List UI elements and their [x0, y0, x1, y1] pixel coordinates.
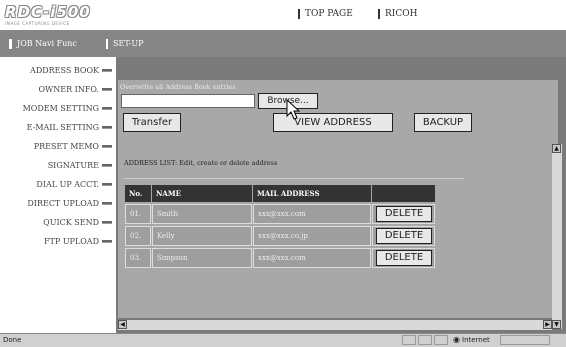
status-cell	[434, 335, 448, 345]
top-link-top-page[interactable]: TOP PAGE	[298, 9, 353, 19]
cell-action: DELETE	[372, 226, 435, 246]
dash-icon	[102, 145, 112, 148]
logo-text: RDC-i500	[5, 3, 91, 21]
cell-name: Kelly	[152, 226, 252, 246]
sidebar-item-label: QUICK SEND	[43, 218, 99, 227]
sidebar-item-label: OWNER INFO.	[38, 85, 99, 94]
rdc-logo: RDC-i500 IMAGE CAPTURING DEVICE	[5, 3, 91, 26]
sidebar-item-email-setting[interactable]: E-MAIL SETTING	[27, 123, 112, 132]
file-path-input[interactable]	[121, 94, 255, 108]
cell-name: Simpson	[152, 248, 252, 268]
scroll-left-icon[interactable]: ◀	[118, 320, 127, 329]
cell-mail: xxx@xxx.com	[253, 248, 371, 268]
sidebar-item-label: ADDRESS BOOK	[30, 66, 99, 75]
dash-icon	[102, 240, 112, 243]
column-header-mail: MAIL ADDRESS	[253, 185, 371, 202]
sidebar-item-owner-info[interactable]: OWNER INFO.	[38, 85, 112, 94]
dash-icon	[102, 126, 112, 129]
cell-no: 03.	[125, 248, 151, 268]
column-header-action	[372, 185, 435, 202]
status-bar: Done ◉ Internet	[0, 333, 566, 347]
top-bar: RDC-i500 IMAGE CAPTURING DEVICE TOP PAGE…	[0, 0, 566, 30]
dash-icon	[102, 69, 112, 72]
dash-icon	[102, 107, 112, 110]
nav-item-job-navi[interactable]: JOB Navi Func	[9, 39, 77, 49]
status-text: Done	[3, 336, 22, 344]
sidebar-item-address-book[interactable]: ADDRESS BOOK	[30, 66, 112, 75]
overwrite-label: Overwrite all Address Book entries	[120, 83, 236, 91]
sidebar-item-label: PRESET MEMO	[33, 142, 99, 151]
column-header-name: NAME	[152, 185, 252, 202]
sidebar-item-ftp-upload[interactable]: FTP UPLOAD	[44, 237, 112, 246]
cell-action: DELETE	[372, 204, 435, 224]
sidebar-item-modem-setting[interactable]: MODEM SETTING	[23, 104, 112, 113]
sidebar-item-label: MODEM SETTING	[22, 104, 99, 113]
sidebar-item-label: E-MAIL SETTING	[26, 123, 99, 132]
nav-item-setup[interactable]: SET-UP	[106, 39, 143, 49]
globe-icon: ◉	[453, 335, 460, 344]
delete-button[interactable]: DELETE	[376, 228, 432, 244]
sidebar-item-label: DIAL UP ACCT.	[36, 180, 99, 189]
cell-action: DELETE	[372, 248, 435, 268]
top-link-ricoh[interactable]: RICOH	[378, 9, 417, 19]
sidebar-item-direct-upload[interactable]: DIRECT UPLOAD	[27, 199, 112, 208]
cell-mail: xxx@xxx.com	[253, 204, 371, 224]
column-header-no: No.	[125, 185, 151, 202]
security-zone-label: Internet	[462, 336, 490, 344]
sidebar-item-dial-up-acct[interactable]: DIAL UP ACCT.	[36, 180, 112, 189]
nav-bar: JOB Navi Func SET-UP	[0, 30, 566, 57]
cell-no: 01.	[125, 204, 151, 224]
dash-icon	[102, 221, 112, 224]
dash-icon	[102, 202, 112, 205]
status-cell	[500, 335, 550, 345]
sidebar: ADDRESS BOOK OWNER INFO. MODEM SETTING E…	[0, 57, 116, 333]
cell-name: Smith	[152, 204, 252, 224]
sidebar-item-label: FTP UPLOAD	[44, 237, 99, 246]
scroll-down-icon[interactable]: ▼	[552, 320, 561, 329]
transfer-button[interactable]: Transfer	[123, 113, 181, 132]
status-cell	[402, 335, 416, 345]
mouse-pointer-icon	[286, 99, 300, 120]
cell-no: 02.	[125, 226, 151, 246]
address-list-title: ADDRESS LIST: Edit, create or delete add…	[124, 159, 278, 167]
cell-mail: xxx@xxx.co.jp	[253, 226, 371, 246]
dash-icon	[102, 164, 112, 167]
scroll-up-icon[interactable]: ▲	[552, 144, 561, 153]
delete-button[interactable]: DELETE	[376, 206, 432, 222]
dash-icon	[102, 183, 112, 186]
status-cell	[418, 335, 432, 345]
scroll-right-icon[interactable]: ▶	[543, 320, 552, 329]
sidebar-item-label: DIRECT UPLOAD	[27, 199, 99, 208]
divider	[124, 178, 464, 179]
backup-button[interactable]: BACKUP	[414, 113, 472, 132]
logo-tagline: IMAGE CAPTURING DEVICE	[5, 21, 70, 26]
sidebar-item-signature[interactable]: SIGNATURE	[48, 161, 112, 170]
dash-icon	[102, 88, 112, 91]
sidebar-item-quick-send[interactable]: QUICK SEND	[43, 218, 112, 227]
sidebar-item-preset-memo[interactable]: PRESET MEMO	[34, 142, 112, 151]
vertical-scrollbar[interactable]: ▲ ▼	[552, 144, 562, 329]
sidebar-item-label: SIGNATURE	[47, 161, 99, 170]
horizontal-scrollbar[interactable]: ◀ ▶	[118, 320, 552, 330]
delete-button[interactable]: DELETE	[376, 250, 432, 266]
